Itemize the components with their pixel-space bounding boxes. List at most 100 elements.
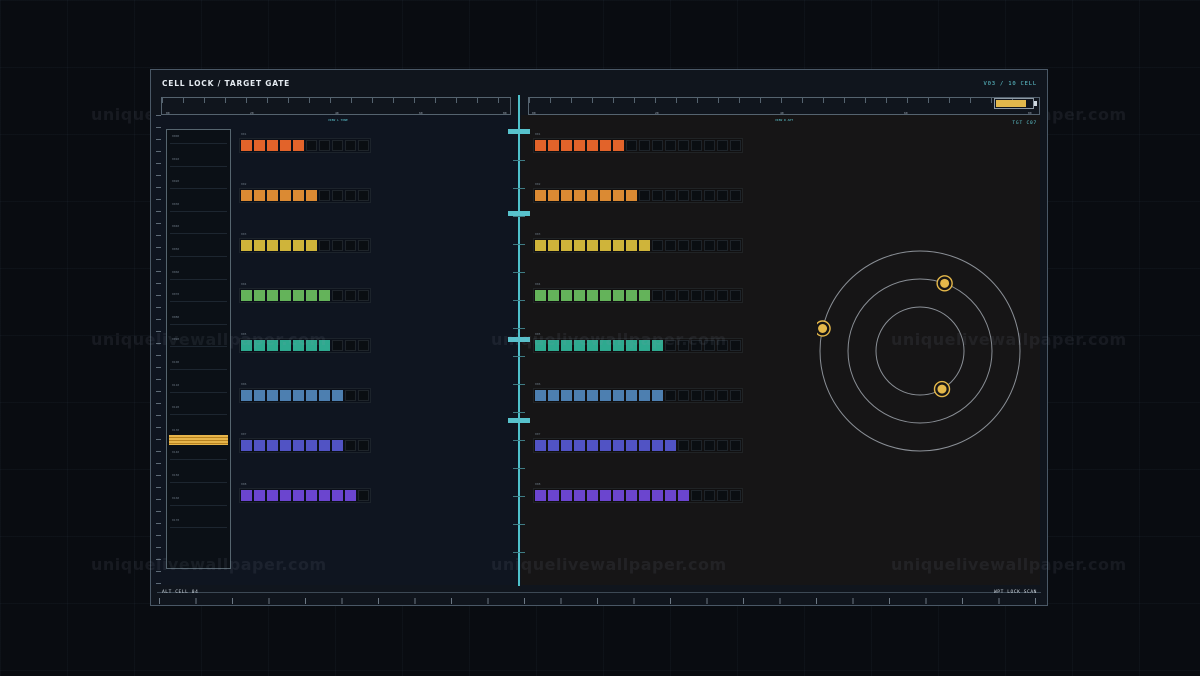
watermark: uniquelivewallpaper.com	[91, 330, 327, 349]
signal-cell-on	[241, 490, 252, 501]
lane-scale-label: 0020	[172, 179, 180, 184]
signal-cell-on	[280, 290, 291, 301]
signal-cell-on	[319, 490, 330, 501]
bottom-ticks	[159, 598, 1039, 604]
signal-cell-on	[639, 490, 650, 501]
signal-cell-on	[241, 290, 252, 301]
signal-cell-on	[613, 190, 624, 201]
divider-tick	[513, 300, 525, 301]
signal-cell-on	[319, 290, 330, 301]
lane-scale-line	[170, 527, 227, 529]
signal-cell-off	[704, 290, 715, 301]
signal-cell-off	[665, 140, 676, 151]
signal-cell-on	[600, 140, 611, 151]
right-ruler	[528, 97, 1040, 115]
lane-scale-label: 0160	[172, 495, 180, 500]
signal-cell-off	[678, 240, 689, 251]
signal-cell-on	[535, 140, 546, 151]
signal-cell-on	[332, 440, 343, 451]
signal-cell-on	[535, 240, 546, 251]
signal-cell-on	[587, 490, 598, 501]
signal-cell-off	[332, 290, 343, 301]
orbit-radar	[817, 250, 1021, 452]
orbit-target[interactable]	[933, 380, 951, 398]
signal-cell-off	[704, 490, 715, 501]
signal-cell-off	[704, 140, 715, 151]
signal-cell-on	[652, 390, 663, 401]
lane-scale-label: 0080	[172, 314, 180, 319]
signal-cell-on	[306, 390, 317, 401]
signal-cell-on	[548, 490, 559, 501]
signal-cell-off	[717, 490, 728, 501]
signal-cell-off	[345, 190, 356, 201]
signal-cell-on	[241, 390, 252, 401]
divider-tick	[513, 244, 525, 245]
signal-cell-on	[254, 240, 265, 251]
signal-cell-on	[548, 290, 559, 301]
signal-cell-on	[254, 390, 265, 401]
divider-marker[interactable]	[508, 418, 530, 423]
signal-cell-on	[535, 440, 546, 451]
signal-cell-on	[587, 190, 598, 201]
signal-cell-on	[587, 240, 598, 251]
lane-scale-label: 0040	[172, 224, 180, 229]
signal-cell-off	[730, 290, 741, 301]
lane-scale-label: 0060	[172, 269, 180, 274]
signal-cell-on	[293, 240, 304, 251]
signal-cell-on	[267, 390, 278, 401]
signal-cell-off	[730, 140, 741, 151]
watermark: uniquelivewallpaper.com	[91, 555, 327, 574]
battery-fill	[996, 100, 1026, 107]
divider-marker[interactable]	[508, 129, 530, 134]
signal-cell-off	[358, 290, 369, 301]
signal-cell-on	[548, 440, 559, 451]
signal-cell-on	[600, 290, 611, 301]
signal-cell-on	[241, 190, 252, 201]
orbit-target[interactable]	[817, 320, 831, 337]
signal-cell-on	[626, 190, 637, 201]
signal-cell-on	[293, 390, 304, 401]
orbit-target[interactable]	[936, 275, 953, 292]
divider-tick	[513, 328, 525, 329]
row-label: 008	[535, 482, 541, 486]
signal-cell-off	[730, 340, 741, 351]
orbit-ring	[819, 250, 1021, 452]
divider-tick	[513, 524, 525, 525]
signal-cell-off	[717, 240, 728, 251]
signal-cell-on	[535, 390, 546, 401]
right-ruler-label: 60	[904, 111, 908, 115]
lane-marker[interactable]	[169, 435, 228, 445]
signal-cell-on	[267, 440, 278, 451]
lane-scale-line	[170, 482, 227, 483]
signal-cell-on	[561, 240, 572, 251]
signal-cell-off	[730, 440, 741, 451]
page-title: CELL LOCK / TARGET GATE	[162, 79, 291, 88]
row-label: 006	[535, 382, 541, 386]
watermark: uniquelivewallpaper.com	[491, 555, 727, 574]
signal-cell-on	[293, 290, 304, 301]
divider-marker[interactable]	[508, 211, 530, 216]
signal-cell-on	[548, 190, 559, 201]
signal-cell-on	[574, 140, 585, 151]
signal-cell-on	[665, 440, 676, 451]
signal-cell-on	[613, 140, 624, 151]
signal-cell-off	[717, 190, 728, 201]
signal-cell-on	[548, 390, 559, 401]
signal-cell-off	[665, 390, 676, 401]
lane-scale-label: 0110	[172, 382, 180, 387]
divider-tick	[513, 496, 525, 497]
signal-cell-off	[704, 390, 715, 401]
signal-cell-off	[691, 140, 702, 151]
signal-cell-on	[561, 140, 572, 151]
signal-cell-off	[691, 290, 702, 301]
signal-cell-off	[730, 390, 741, 401]
signal-cell-on	[535, 190, 546, 201]
left-ruler-label: 00	[166, 111, 170, 115]
signal-cell-on	[574, 440, 585, 451]
signal-cell-on	[600, 240, 611, 251]
signal-cell-on	[574, 390, 585, 401]
right-ruler-label: 40	[780, 111, 784, 115]
signal-cell-off	[704, 440, 715, 451]
signal-cell-on	[639, 240, 650, 251]
signal-cell-off	[358, 140, 369, 151]
